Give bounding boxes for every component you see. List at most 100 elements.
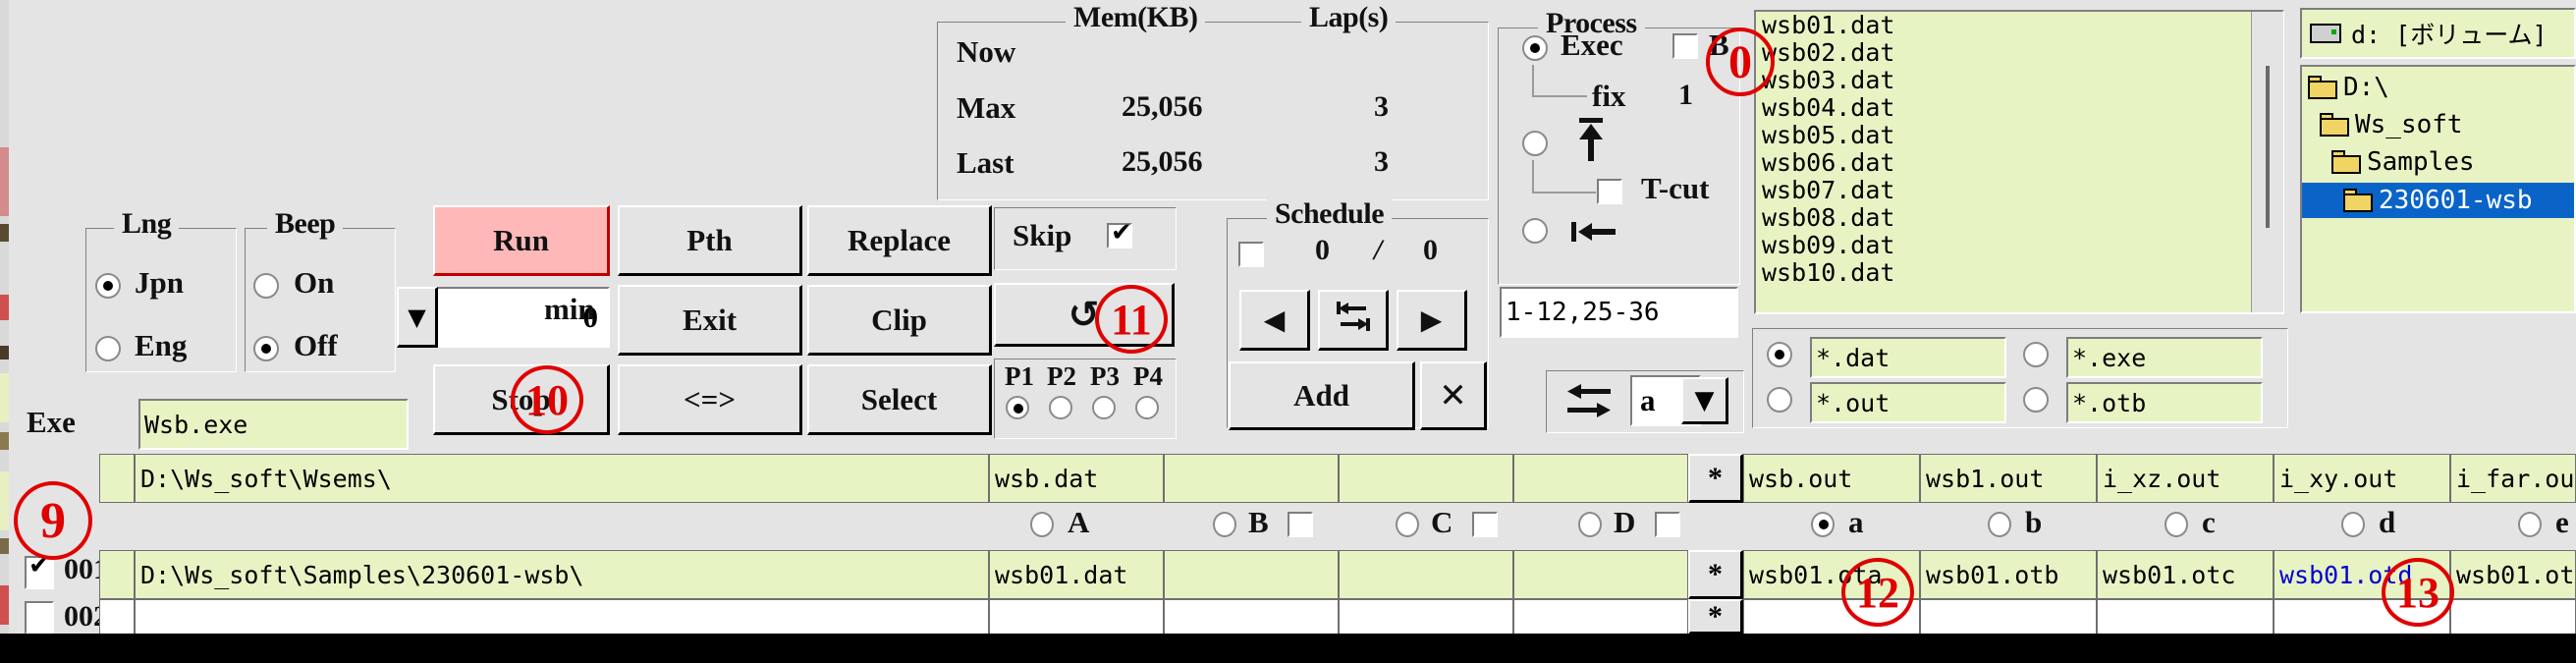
process-range-input[interactable]: 1-12,25-36 [1500, 287, 1738, 338]
process-radio-top[interactable] [1522, 131, 1548, 156]
list-item[interactable]: wsb03.dat [1756, 67, 2282, 94]
list-item[interactable]: wsb06.dat [1756, 149, 2282, 177]
process-radio-exec[interactable] [1522, 35, 1548, 61]
tree-item-230601-wsb[interactable]: 230601-wsb [2302, 183, 2574, 218]
schedule-next-button[interactable]: ▶ [1397, 290, 1467, 351]
table-in-radio-b[interactable] [1213, 512, 1236, 537]
tree-item-samples[interactable]: Samples [2331, 147, 2475, 177]
table-out-radio-a[interactable] [1811, 512, 1835, 537]
table-row-in-cell[interactable] [1513, 599, 1688, 635]
list-item[interactable]: wsb08.dat [1756, 204, 2282, 232]
drive-combo[interactable]: d: [ボリューム] [2300, 8, 2576, 59]
table-in-radio-d[interactable] [1578, 512, 1602, 537]
table-row-out-cell[interactable] [2450, 599, 2576, 635]
list-item[interactable]: wsb05.dat [1756, 122, 2282, 149]
p1-radio[interactable] [1006, 396, 1029, 419]
swap-io-icon[interactable] [1563, 381, 1615, 425]
table-row-out-cell[interactable] [2097, 599, 2274, 635]
p4-radio[interactable] [1135, 396, 1159, 419]
table-out-radio-e[interactable] [2518, 512, 2542, 537]
list-item[interactable]: wsb07.dat [1756, 177, 2282, 204]
list-item[interactable]: wsb02.dat [1756, 39, 2282, 67]
table-in-radio-a[interactable] [1030, 512, 1054, 537]
lng-radio-eng[interactable] [95, 336, 121, 361]
table-out-cell[interactable]: i_far.out [2450, 454, 2576, 503]
scrollbar-thumb[interactable] [2266, 66, 2270, 228]
schedule-swapio-button[interactable] [1318, 290, 1389, 351]
table-row-in-cell[interactable] [1339, 599, 1513, 635]
select-button[interactable]: Select [807, 364, 992, 435]
table-row-checkbox-001[interactable] [25, 551, 54, 589]
table-row-in-cell[interactable] [1164, 550, 1339, 599]
table-row-star-button[interactable]: * [1688, 599, 1743, 635]
table-star-button[interactable]: * [1688, 454, 1743, 503]
table-row-out-cell[interactable] [1920, 599, 2097, 635]
list-item[interactable]: wsb10.dat [1756, 259, 2282, 287]
table-in-cell[interactable] [1513, 454, 1688, 503]
filter-input-dat[interactable]: *.dat [1810, 337, 2006, 378]
table-out-cell[interactable]: i_xy.out [2274, 454, 2450, 503]
process-radio-home[interactable] [1522, 218, 1548, 244]
table-out-cell[interactable]: wsb.out [1743, 454, 1920, 503]
filter-input-otb[interactable]: *.otb [2066, 382, 2263, 423]
filter-radio-dat[interactable] [1767, 342, 1792, 367]
table-row-checkbox-002[interactable] [25, 601, 54, 635]
table-row-in-cell[interactable] [1339, 550, 1513, 599]
process-tcut-checkbox[interactable] [1597, 179, 1622, 204]
file-listbox-scrollbar[interactable] [2251, 12, 2283, 312]
exe-input[interactable]: Wsb.exe [138, 399, 409, 450]
run-button[interactable]: Run [433, 205, 610, 276]
list-item[interactable]: wsb09.dat [1756, 232, 2282, 259]
table-row-in-cell[interactable]: wsb01.dat [989, 550, 1164, 599]
pth-button[interactable]: Pth [618, 205, 802, 276]
table-in-radio-c[interactable] [1396, 512, 1419, 537]
list-item[interactable]: wsb04.dat [1756, 94, 2282, 122]
process-b-checkbox[interactable] [1672, 33, 1698, 59]
list-item[interactable]: wsb01.dat [1756, 12, 2282, 39]
table-out-radio-d[interactable] [2341, 512, 2365, 537]
table-in-check-c[interactable] [1472, 512, 1498, 537]
p3-radio[interactable] [1092, 396, 1116, 419]
table-row-path-001[interactable]: D:\Ws_soft\Samples\230601-wsb\ [135, 550, 989, 599]
folder-tree[interactable]: D:\ Ws_soft Samples 230601-wsb [2300, 65, 2576, 313]
table-out-radio-c[interactable] [2165, 512, 2188, 537]
table-row-path-002[interactable] [135, 599, 989, 635]
exit-button[interactable]: Exit [618, 285, 802, 356]
table-in-check-d[interactable] [1655, 512, 1680, 537]
beep-radio-on[interactable] [253, 273, 279, 299]
skip-checkbox[interactable] [1107, 218, 1132, 249]
timer-dropdown-button[interactable]: ▼ [397, 287, 438, 348]
filter-input-out[interactable]: *.out [1810, 382, 2006, 423]
filter-input-exe[interactable]: *.exe [2066, 337, 2263, 378]
filter-radio-otb[interactable] [2023, 387, 2049, 413]
table-row-out-cell[interactable]: wsb01.otc [2097, 550, 2274, 599]
tree-item-d-root[interactable]: D:\ [2308, 73, 2389, 102]
tree-item-ws-soft[interactable]: Ws_soft [2320, 110, 2463, 139]
beep-radio-off[interactable] [253, 336, 279, 361]
table-row-out-cell[interactable]: wsb01.otb [1920, 550, 2097, 599]
table-row-in-cell[interactable] [989, 599, 1164, 635]
table-row-in-cell[interactable] [1164, 599, 1339, 635]
schedule-checkbox[interactable] [1238, 242, 1264, 267]
table-out-radio-b[interactable] [1988, 512, 2011, 537]
replace-button[interactable]: Replace [807, 205, 992, 276]
table-path-cell[interactable]: D:\Ws_soft\Wsems\ [135, 454, 989, 503]
table-in-cell[interactable] [1164, 454, 1339, 503]
table-out-cell[interactable]: i_xz.out [2097, 454, 2274, 503]
io-combo-dropdown-button[interactable]: ▼ [1681, 377, 1728, 424]
table-row-star-button[interactable]: * [1688, 550, 1743, 599]
filter-radio-exe[interactable] [2023, 342, 2049, 367]
table-in-cell[interactable]: wsb.dat [989, 454, 1164, 503]
table-row-in-cell[interactable] [1513, 550, 1688, 599]
schedule-add-button[interactable]: Add [1229, 361, 1415, 430]
lng-radio-jpn[interactable] [95, 273, 121, 299]
table-in-check-b[interactable] [1288, 512, 1313, 537]
swap-button[interactable]: <=> [618, 364, 802, 435]
table-in-cell[interactable] [1339, 454, 1513, 503]
schedule-prev-button[interactable]: ◀ [1239, 290, 1310, 351]
p2-radio[interactable] [1049, 396, 1072, 419]
table-out-cell[interactable]: wsb1.out [1920, 454, 2097, 503]
file-listbox[interactable]: wsb01.dat wsb02.dat wsb03.dat wsb04.dat … [1754, 10, 2284, 314]
clip-button[interactable]: Clip [807, 285, 992, 356]
schedule-close-button[interactable]: ✕ [1420, 361, 1487, 430]
